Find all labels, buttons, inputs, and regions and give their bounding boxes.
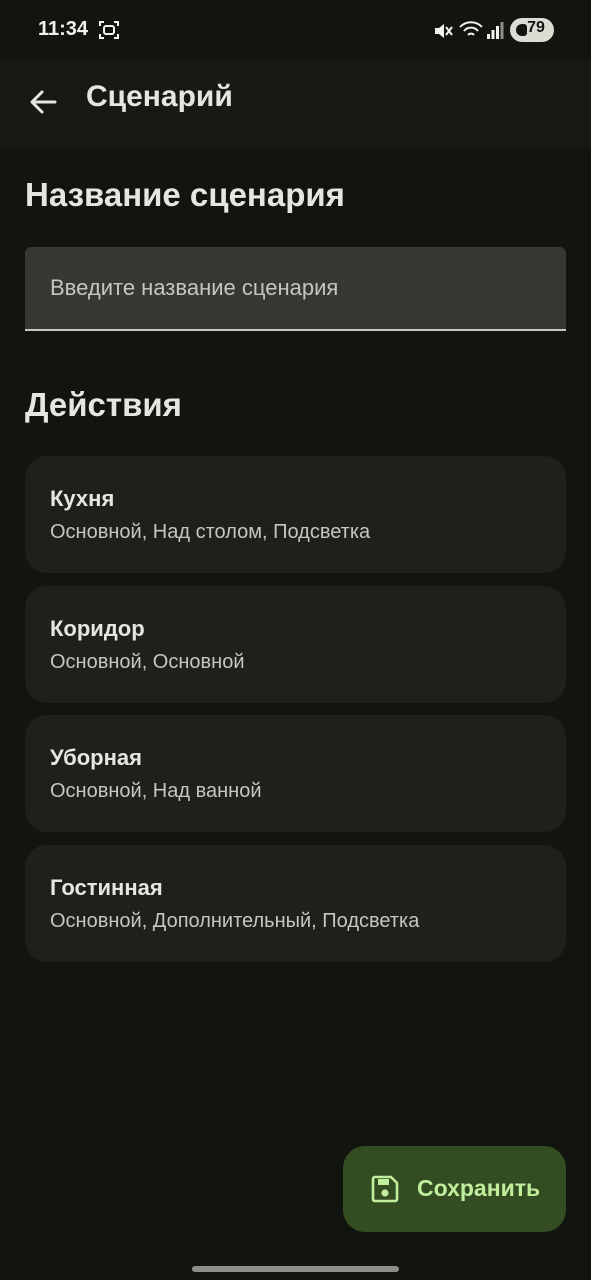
action-card-title: Гостинная (50, 875, 163, 900)
gesture-navigation-bar[interactable] (192, 1266, 399, 1272)
scenario-name-heading: Название сценария (25, 176, 345, 213)
signal-icon (487, 22, 504, 39)
action-card[interactable]: Гостинная Основной, Дополнительный, Подс… (25, 845, 566, 962)
battery-level: 79 (527, 19, 545, 36)
action-card[interactable]: Уборная Основной, Над ванной (25, 715, 566, 832)
page-title: Сценарий (86, 80, 233, 113)
action-card-subtitle: Основной, Над столом, Подсветка (50, 521, 371, 543)
scenario-name-input[interactable] (25, 247, 566, 329)
scenario-name-field[interactable] (25, 247, 566, 331)
wifi-icon (459, 21, 483, 36)
battery-indicator: 79 (510, 18, 554, 42)
save-icon (371, 1175, 399, 1203)
action-card-subtitle: Основной, Основной (50, 651, 245, 673)
screenshot-icon (99, 21, 119, 39)
action-card-title: Коридор (50, 616, 145, 641)
top-app-bar: Сценарий (0, 60, 591, 148)
save-button[interactable]: Сохранить (343, 1146, 566, 1232)
arrow-back-icon (30, 90, 57, 114)
action-card-subtitle: Основной, Над ванной (50, 780, 262, 802)
action-card[interactable]: Коридор Основной, Основной (25, 586, 566, 703)
mute-icon (435, 24, 453, 38)
action-card-title: Уборная (50, 745, 142, 770)
back-button[interactable] (20, 78, 68, 126)
action-card-title: Кухня (50, 486, 115, 511)
action-card[interactable]: Кухня Основной, Над столом, Подсветка (25, 456, 566, 573)
action-card-subtitle: Основной, Дополнительный, Подсветка (50, 910, 420, 932)
status-bar: 11:34 79 (0, 0, 591, 60)
status-time: 11:34 (38, 18, 89, 40)
actions-heading: Действия (25, 386, 182, 423)
save-button-label: Сохранить (417, 1175, 541, 1201)
